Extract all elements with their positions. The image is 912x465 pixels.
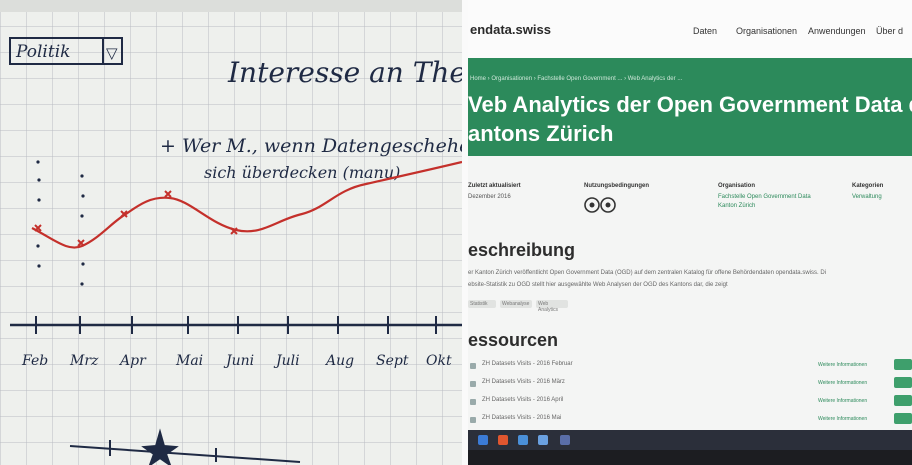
breadcrumb[interactable]: Home › Organisationen › Fachstelle Open … <box>470 76 682 82</box>
resource-label[interactable]: ZH Datasets Visits - 2016 April <box>482 397 563 403</box>
nav-anwendungen[interactable]: Anwendungen <box>808 26 866 36</box>
start-icon[interactable] <box>478 435 488 445</box>
resources-heading: essourcen <box>468 330 559 350</box>
download-button[interactable] <box>894 413 912 424</box>
tag-label: Webanalyse <box>502 301 530 307</box>
page-title-line-2: antons Zürich <box>468 121 614 146</box>
resource-info-link[interactable]: Weitere Informationen <box>818 362 867 368</box>
month-label: Apr <box>118 353 147 369</box>
website-screenshot: endata.swiss Daten Organisationen Anwend… <box>468 0 912 465</box>
whiteboard-sketch: Politik ▽ Interesse an Them + Wer M., we… <box>0 0 462 465</box>
description-text-1: er Kanton Zürich veröffentlicht Open Gov… <box>468 270 826 276</box>
resource-row[interactable]: ZH Datasets Visits - 2016 März Weitere I… <box>468 376 912 392</box>
nav-ueber[interactable]: Über d <box>876 26 903 36</box>
cc-license-icon[interactable] <box>584 196 622 214</box>
resource-info-link[interactable]: Weitere Informationen <box>818 398 867 404</box>
month-label: Juni <box>223 353 254 369</box>
app-icon[interactable] <box>538 435 548 445</box>
sketch-canvas: Politik ▽ Interesse an Them + Wer M., we… <box>0 0 462 465</box>
month-label: Mrz <box>69 353 99 369</box>
tag-label: Statistik <box>470 301 488 307</box>
month-label: Okt <box>426 353 452 369</box>
file-icon <box>470 363 476 369</box>
download-button[interactable] <box>894 359 912 370</box>
month-label: Mai <box>175 353 203 369</box>
file-icon <box>470 417 476 423</box>
nav-organisationen[interactable]: Organisationen <box>736 26 797 36</box>
tag-label: Web Analytics <box>538 301 559 313</box>
app-icon[interactable] <box>518 435 528 445</box>
file-icon <box>470 399 476 405</box>
category-link[interactable]: Verwaltung <box>852 194 882 200</box>
categories-label: Kategorien <box>852 183 884 189</box>
photo-collage: Politik ▽ Interesse an Them + Wer M., we… <box>0 0 912 465</box>
nav-daten[interactable]: Daten <box>693 26 717 36</box>
download-button[interactable] <box>894 395 912 406</box>
monitor-bezel <box>468 450 912 465</box>
sketch-annotation-1: + Wer M., wenn Datengeschehen <box>160 135 462 157</box>
os-taskbar <box>468 430 912 450</box>
file-icon <box>470 381 476 387</box>
organisation-link[interactable]: Fachstelle Open Government Data <box>718 194 811 200</box>
resource-label[interactable]: ZH Datasets Visits - 2016 Februar <box>482 361 573 367</box>
page-title-line-1: Veb Analytics der Open Government Data d… <box>468 92 912 117</box>
month-label: Juli <box>273 353 300 369</box>
app-icon[interactable] <box>560 435 570 445</box>
month-label: Sept <box>376 353 409 369</box>
terms-label: Nutzungsbedingungen <box>584 183 649 189</box>
dropdown-arrow-icon: ▽ <box>106 44 118 62</box>
description-heading: eschreibung <box>468 240 576 260</box>
month-labels: Feb Mrz Apr Mai Juni Juli Aug Sept Okt <box>21 353 452 369</box>
sketch-heading: Interesse an Them <box>227 56 462 89</box>
description-text-2: ebsite-Statistik zu OGD stellt hier ausg… <box>468 282 728 288</box>
organisation-link-2[interactable]: Kanton Zürich <box>718 203 755 209</box>
download-button[interactable] <box>894 377 912 388</box>
resource-row[interactable]: ZH Datasets Visits - 2016 Mai Weitere In… <box>468 412 912 428</box>
sketch-annotation-2: sich überdecken (manu) <box>204 163 400 182</box>
updated-label: Zuletzt aktualisiert <box>468 183 521 189</box>
resource-row[interactable]: ZH Datasets Visits - 2016 April Weitere … <box>468 394 912 410</box>
organisation-label: Organisation <box>718 183 756 189</box>
month-label: Aug <box>324 353 354 369</box>
dropdown-label: Politik <box>15 42 70 62</box>
browser-icon[interactable] <box>498 435 508 445</box>
site-header: endata.swiss Daten Organisationen Anwend… <box>468 0 912 58</box>
tag-chip[interactable]: Statistik <box>468 300 496 308</box>
tag-chip[interactable]: Webanalyse <box>500 300 532 308</box>
resource-label[interactable]: ZH Datasets Visits - 2016 März <box>482 379 565 385</box>
dataset-hero: Home › Organisationen › Fachstelle Open … <box>468 58 912 156</box>
site-logo[interactable]: endata.swiss <box>470 22 551 37</box>
resource-info-link[interactable]: Weitere Informationen <box>818 416 867 422</box>
resource-row[interactable]: ZH Datasets Visits - 2016 Februar Weiter… <box>468 358 912 374</box>
resource-info-link[interactable]: Weitere Informationen <box>818 380 867 386</box>
updated-value: Dezember 2016 <box>468 194 511 200</box>
resource-label[interactable]: ZH Datasets Visits - 2016 Mai <box>482 415 561 421</box>
tag-chip[interactable]: Web Analytics <box>536 300 568 313</box>
month-label: Feb <box>21 353 48 369</box>
